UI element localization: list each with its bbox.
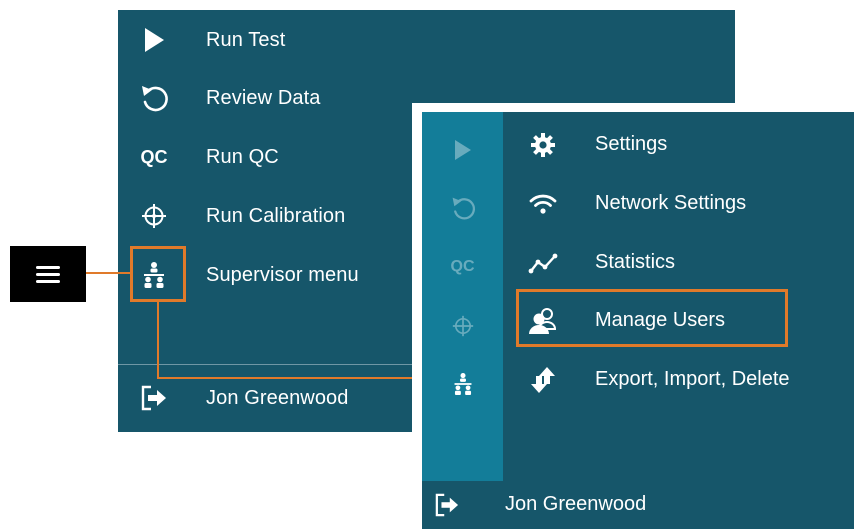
menu-item-label: Run QC — [206, 145, 279, 168]
undo-arrow-icon[interactable] — [422, 188, 503, 228]
menu-item-label: Supervisor menu — [206, 263, 359, 286]
callout-line — [157, 377, 421, 379]
sign-out-icon — [136, 380, 172, 416]
menu-item-label: Statistics — [595, 251, 676, 273]
sign-out-icon — [432, 491, 462, 519]
hamburger-icon — [36, 262, 60, 287]
menu-item-export-import-delete[interactable]: Export, Import, Delete — [503, 358, 854, 402]
callout-line — [86, 272, 132, 274]
user-name: Jon Greenwood — [505, 493, 647, 515]
user-account-item[interactable]: Jon Greenwood — [422, 481, 854, 529]
supervisor-icon-highlight — [130, 246, 186, 302]
menu-item-label: Run Test — [206, 28, 286, 51]
callout-line — [157, 302, 159, 378]
menu-item-network-settings[interactable]: Network Settings — [503, 182, 854, 226]
manage-users-highlight — [516, 289, 788, 347]
user-name: Jon Greenwood — [206, 386, 349, 409]
line-chart-icon — [525, 245, 561, 281]
qc-icon[interactable]: QC — [422, 247, 503, 287]
menu-item-label: Export, Import, Delete — [595, 368, 790, 390]
menu-item-settings[interactable]: Settings — [503, 123, 854, 167]
menu-item-statistics[interactable]: Statistics — [503, 241, 854, 285]
menu-item-label: Run Calibration — [206, 204, 346, 227]
crosshair-icon[interactable] — [422, 306, 503, 346]
play-icon — [136, 22, 172, 58]
menu-item-label: Review Data — [206, 86, 321, 109]
export-import-icon — [525, 362, 561, 398]
hamburger-button[interactable] — [10, 246, 86, 302]
wifi-icon — [525, 186, 561, 222]
menu-item-label: Network Settings — [595, 192, 747, 214]
undo-arrow-icon — [136, 80, 172, 116]
crosshair-icon — [136, 198, 172, 234]
icon-rail: QC — [422, 112, 503, 481]
qc-icon: QC — [140, 146, 168, 167]
gear-icon — [525, 127, 561, 163]
org-chart-icon[interactable] — [422, 364, 503, 404]
menu-item-label: Settings — [595, 133, 668, 155]
play-icon[interactable] — [422, 130, 503, 170]
